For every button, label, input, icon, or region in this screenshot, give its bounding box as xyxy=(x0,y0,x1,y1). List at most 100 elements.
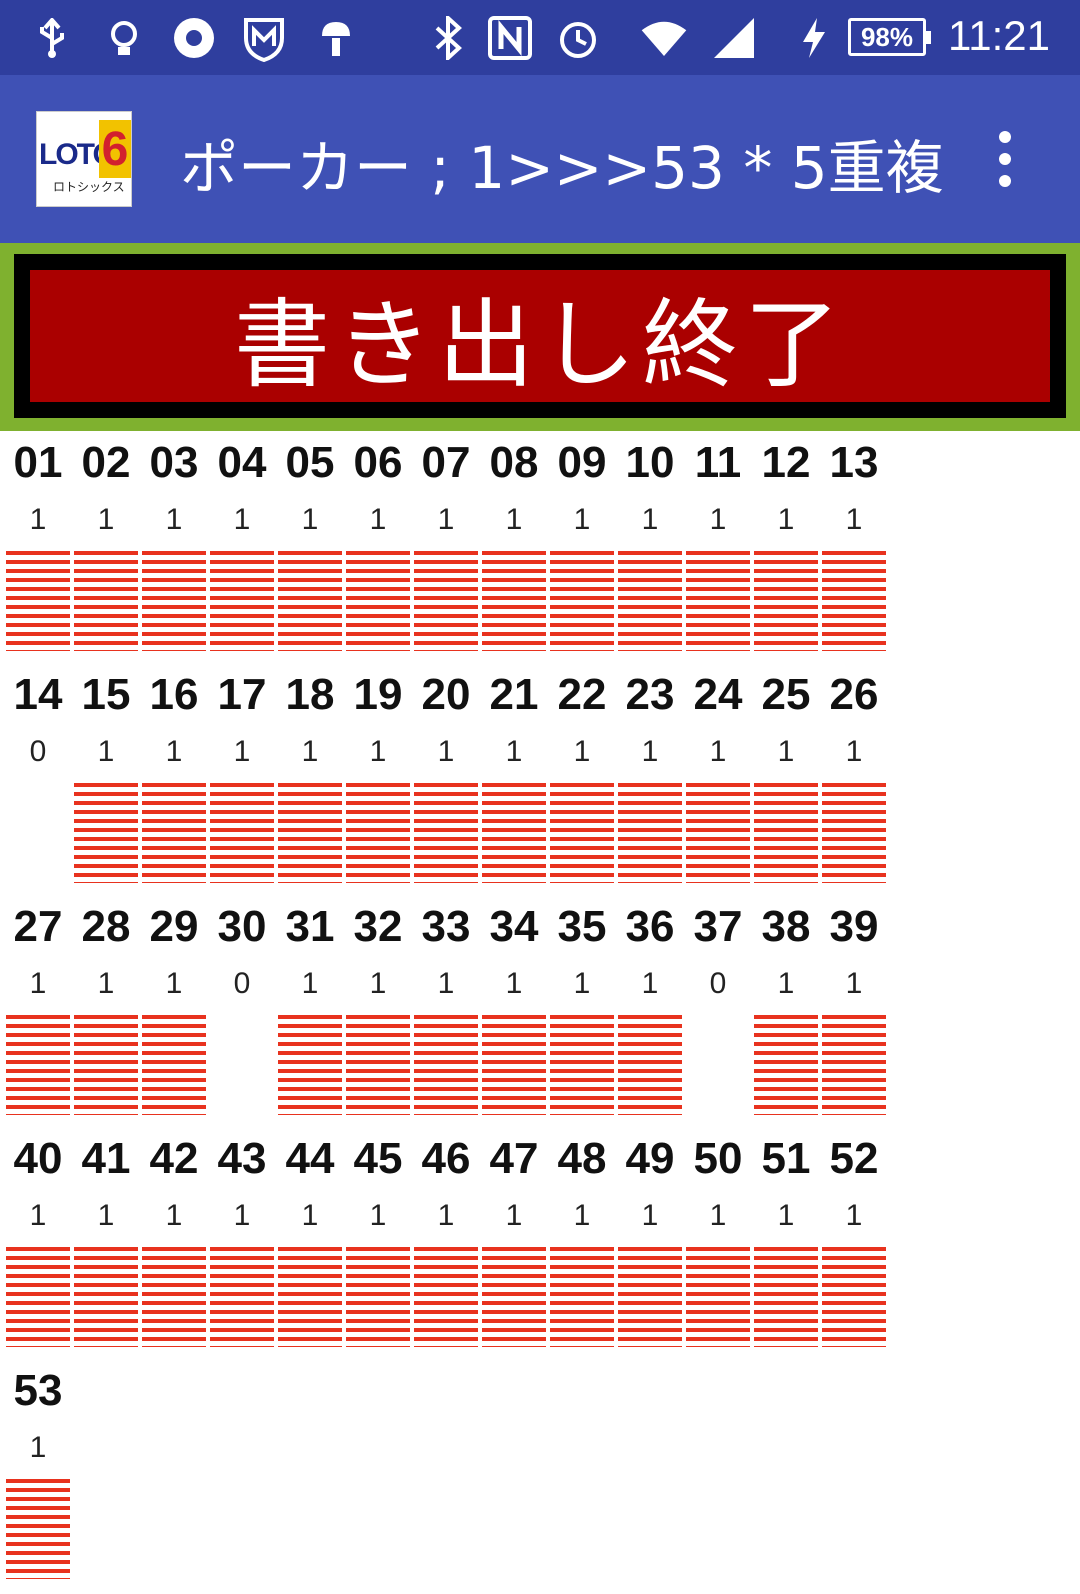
count-label: 1 xyxy=(709,503,727,536)
count-label: 1 xyxy=(505,735,523,768)
number-label: 31 xyxy=(285,902,335,951)
number-row: 27 1 28 1 29 1 30 0 31 1 32 1 33 1 34 1 35 1 36 1 37 0 38 1 39 1 xyxy=(4,897,1076,1129)
frequency-bar xyxy=(550,551,614,651)
number-cell: 52 1 xyxy=(820,1129,888,1361)
frequency-bar xyxy=(210,1247,274,1347)
number-cell: 28 1 xyxy=(72,897,140,1129)
count-label: 1 xyxy=(845,735,863,768)
frequency-bar xyxy=(142,783,206,883)
frequency-bar xyxy=(482,783,546,883)
shield-icon xyxy=(240,14,288,62)
number-cell: 16 1 xyxy=(140,665,208,897)
number-label: 25 xyxy=(761,670,811,719)
number-cell: 40 1 xyxy=(4,1129,72,1361)
number-cell: 07 1 xyxy=(412,433,480,665)
number-row: 53 1 xyxy=(4,1361,1076,1593)
frequency-bar xyxy=(6,783,70,883)
overflow-menu-icon[interactable] xyxy=(990,131,1020,187)
count-label: 1 xyxy=(641,967,659,1000)
number-label: 42 xyxy=(149,1134,199,1183)
count-label: 1 xyxy=(165,503,183,536)
count-label: 1 xyxy=(845,1199,863,1232)
number-cell: 12 1 xyxy=(752,433,820,665)
finish-export-button[interactable]: 書き出し終了 xyxy=(14,254,1066,418)
number-label: 09 xyxy=(557,438,607,487)
frequency-bar xyxy=(414,1015,478,1115)
count-label: 1 xyxy=(369,735,387,768)
number-cell: 22 1 xyxy=(548,665,616,897)
count-label: 0 xyxy=(709,967,727,1000)
number-label: 12 xyxy=(761,438,811,487)
count-label: 1 xyxy=(845,503,863,536)
frequency-bar xyxy=(686,1247,750,1347)
number-cell: 02 1 xyxy=(72,433,140,665)
number-cell: 49 1 xyxy=(616,1129,684,1361)
number-label: 44 xyxy=(285,1134,335,1183)
frequency-bar xyxy=(6,1247,70,1347)
frequency-bar xyxy=(618,551,682,651)
frequency-bar xyxy=(74,783,138,883)
logo-subtitle: ロトシックス xyxy=(53,180,125,194)
number-label: 15 xyxy=(81,670,131,719)
number-label: 26 xyxy=(829,670,879,719)
count-label: 1 xyxy=(641,503,659,536)
frequency-bar xyxy=(346,783,410,883)
count-label: 1 xyxy=(777,967,795,1000)
frequency-bar xyxy=(278,551,342,651)
number-cell: 29 1 xyxy=(140,897,208,1129)
count-label: 1 xyxy=(369,967,387,1000)
clock: 11:21 xyxy=(948,12,1050,59)
alarm-icon xyxy=(554,14,602,62)
action-frame: 書き出し終了 xyxy=(0,243,1080,431)
frequency-bar xyxy=(210,1015,274,1115)
count-label: 1 xyxy=(165,735,183,768)
number-label: 11 xyxy=(694,438,742,487)
count-label: 1 xyxy=(233,1199,251,1232)
app-logo: LOTO 6 ロトシックス xyxy=(36,111,132,207)
number-label: 04 xyxy=(217,438,267,487)
frequency-bar xyxy=(686,1015,750,1115)
frequency-bar xyxy=(754,783,818,883)
number-label: 30 xyxy=(217,902,267,951)
count-label: 1 xyxy=(641,735,659,768)
count-label: 1 xyxy=(777,1199,795,1232)
number-label: 34 xyxy=(489,902,539,951)
android-icon xyxy=(312,14,360,62)
number-label: 39 xyxy=(829,902,879,951)
logo-number: 6 xyxy=(99,120,131,178)
number-cell: 15 1 xyxy=(72,665,140,897)
number-cell: 43 1 xyxy=(208,1129,276,1361)
frequency-bar xyxy=(142,551,206,651)
number-label: 45 xyxy=(353,1134,403,1183)
number-cell: 13 1 xyxy=(820,433,888,665)
number-cell: 42 1 xyxy=(140,1129,208,1361)
number-label: 50 xyxy=(693,1134,743,1183)
number-cell: 19 1 xyxy=(344,665,412,897)
count-label: 1 xyxy=(29,967,47,1000)
app-title: ポーカー ; 1>>>53 * 5重複 [... xyxy=(180,134,950,202)
number-cell: 50 1 xyxy=(684,1129,752,1361)
number-label: 32 xyxy=(353,902,403,951)
count-label: 1 xyxy=(97,1199,115,1232)
frequency-bar xyxy=(414,1247,478,1347)
frequency-bar xyxy=(74,1015,138,1115)
number-label: 40 xyxy=(13,1134,63,1183)
number-row: 40 1 41 1 42 1 43 1 44 1 45 1 46 1 47 1 48 1 49 1 50 1 51 1 52 1 xyxy=(4,1129,1076,1361)
finish-export-label: 書き出し終了 xyxy=(30,270,1050,402)
number-row: 14 0 15 1 16 1 17 1 18 1 19 1 20 1 21 1 22 1 23 1 24 1 25 1 26 1 xyxy=(4,665,1076,897)
number-cell: 01 1 xyxy=(4,433,72,665)
number-cell: 51 1 xyxy=(752,1129,820,1361)
number-cell: 14 0 xyxy=(4,665,72,897)
frequency-bar xyxy=(822,783,886,883)
number-cell: 27 1 xyxy=(4,897,72,1129)
count-label: 1 xyxy=(709,1199,727,1232)
number-label: 08 xyxy=(489,438,539,487)
number-label: 17 xyxy=(217,670,267,719)
frequency-bar xyxy=(6,551,70,651)
frequency-bar xyxy=(482,1247,546,1347)
number-label: 51 xyxy=(761,1134,811,1183)
count-label: 0 xyxy=(29,735,47,768)
frequency-bar xyxy=(822,551,886,651)
number-label: 52 xyxy=(829,1134,879,1183)
count-label: 0 xyxy=(233,967,251,1000)
